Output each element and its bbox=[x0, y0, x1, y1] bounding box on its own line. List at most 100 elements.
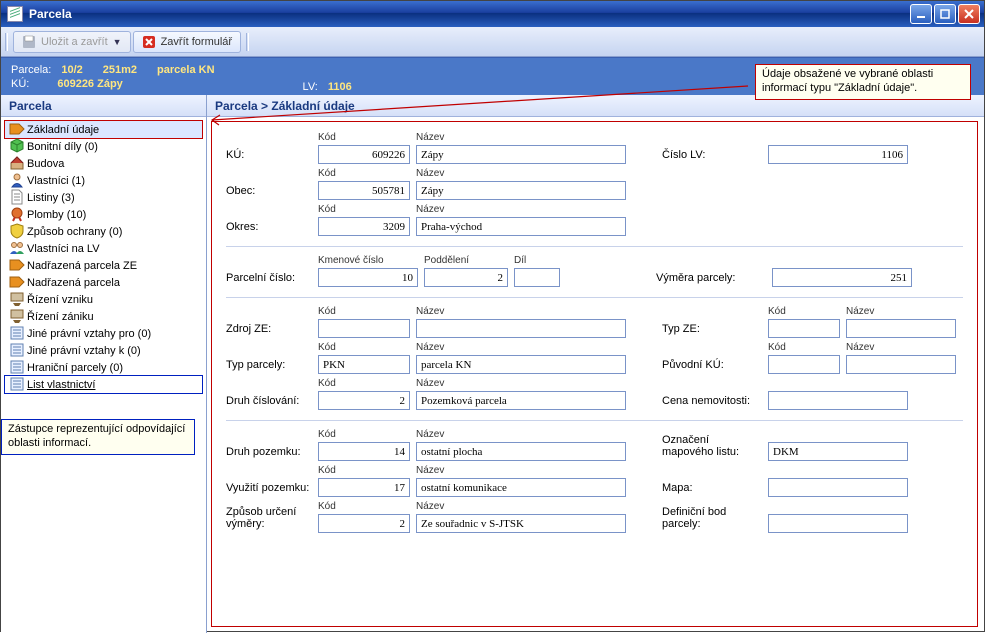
sublabel-kod: Kód bbox=[318, 465, 410, 477]
sidebar-item-budova[interactable]: Budova bbox=[5, 155, 202, 172]
label-druh-cisl: Druh číslování: bbox=[226, 395, 312, 410]
typ-ze-nazev-field[interactable] bbox=[846, 319, 956, 338]
mapa-field[interactable] bbox=[768, 478, 908, 497]
app-icon bbox=[7, 6, 23, 22]
sublabel-kod: Kód bbox=[318, 429, 410, 441]
zpusob-nazev-field[interactable] bbox=[416, 514, 626, 533]
sidebar-item-label: Řízení vzniku bbox=[27, 292, 93, 308]
poddel-field[interactable] bbox=[424, 268, 508, 287]
okres-nazev-field[interactable] bbox=[416, 217, 626, 236]
form-basic-data: KÚ: Kód Název Číslo LV: Obec: Kód Název bbox=[211, 121, 978, 627]
tag-icon bbox=[9, 257, 25, 273]
cena-field[interactable] bbox=[768, 391, 908, 410]
annotation-side: Zástupce reprezentující odpovídající obl… bbox=[1, 419, 195, 455]
typ-parc-nazev-field[interactable] bbox=[416, 355, 626, 374]
person-icon bbox=[9, 172, 25, 188]
sidebar-item-bonitni-dily[interactable]: Bonitní díly (0) bbox=[5, 138, 202, 155]
sidebar-item-label: Způsob ochrany (0) bbox=[27, 224, 122, 240]
sidebar-item-jpv-k[interactable]: Jiné právní vztahy k (0) bbox=[5, 342, 202, 359]
sidebar-item-label: Nadřazená parcela ZE bbox=[27, 258, 137, 274]
list-icon bbox=[9, 376, 25, 392]
sublabel-nazev: Název bbox=[416, 429, 626, 441]
druh-cisl-nazev-field[interactable] bbox=[416, 391, 626, 410]
parcela-id: 10/2 bbox=[61, 64, 82, 76]
sidebar-item-label: Nadřazená parcela bbox=[27, 275, 120, 291]
ku-kod-field[interactable] bbox=[318, 145, 410, 164]
label-cislo-lv: Číslo LV: bbox=[662, 149, 762, 164]
sublabel-nazev: Název bbox=[416, 204, 626, 216]
puvodni-ku-nazev-field[interactable] bbox=[846, 355, 956, 374]
process-icon bbox=[9, 291, 25, 307]
typ-ze-kod-field[interactable] bbox=[768, 319, 840, 338]
druh-poz-nazev-field[interactable] bbox=[416, 442, 626, 461]
sidebar-item-label: Budova bbox=[27, 156, 64, 172]
label-zpusob: Způsob určení výměry: bbox=[226, 506, 312, 533]
kmenove-field[interactable] bbox=[318, 268, 418, 287]
label-druh-pozemku: Druh pozemku: bbox=[226, 446, 312, 461]
info-band: Parcela: 10/2 251m2 parcela KN KÚ: 60922… bbox=[1, 57, 984, 95]
close-window-button[interactable] bbox=[958, 4, 980, 24]
puvodni-ku-kod-field[interactable] bbox=[768, 355, 840, 374]
sidebar-item-listiny[interactable]: Listiny (3) bbox=[5, 189, 202, 206]
ozn-map-field[interactable] bbox=[768, 442, 908, 461]
druh-cisl-kod-field[interactable] bbox=[318, 391, 410, 410]
sidebar-item-list-vlastnictvi[interactable]: List vlastnictví bbox=[5, 376, 202, 393]
sublabel-kod: Kód bbox=[318, 378, 410, 390]
sidebar-item-vlastnici-lv[interactable]: Vlastníci na LV bbox=[5, 240, 202, 257]
zdroj-ze-nazev-field[interactable] bbox=[416, 319, 626, 338]
list-icon bbox=[9, 359, 25, 375]
label-typ-parcely: Typ parcely: bbox=[226, 359, 312, 374]
ku-value: 609226 Zápy bbox=[57, 78, 122, 90]
lv-field[interactable] bbox=[768, 145, 908, 164]
ku-label: KÚ: bbox=[11, 78, 29, 90]
druh-poz-kod-field[interactable] bbox=[318, 442, 410, 461]
parcela-label: Parcela: bbox=[11, 64, 51, 76]
sidebar-item-label: Plomby (10) bbox=[27, 207, 86, 223]
maximize-button[interactable] bbox=[934, 4, 956, 24]
seal-icon bbox=[9, 206, 25, 222]
sidebar-item-nadrazena-parcela[interactable]: Nadřazená parcela bbox=[5, 274, 202, 291]
sidebar-item-jpv-pro[interactable]: Jiné právní vztahy pro (0) bbox=[5, 325, 202, 342]
sidebar-item-hranicni[interactable]: Hraniční parcely (0) bbox=[5, 359, 202, 376]
sidebar-item-label: Hraniční parcely (0) bbox=[27, 360, 123, 376]
zpusob-kod-field[interactable] bbox=[318, 514, 410, 533]
sublabel-nazev: Název bbox=[416, 342, 626, 354]
ku-nazev-field[interactable] bbox=[416, 145, 626, 164]
obec-nazev-field[interactable] bbox=[416, 181, 626, 200]
sublabel-kmenove: Kmenové číslo bbox=[318, 255, 418, 267]
sidebar-item-vlastnici[interactable]: Vlastníci (1) bbox=[5, 172, 202, 189]
sidebar-item-rizeni-zaniku[interactable]: Řízení zániku bbox=[5, 308, 202, 325]
vyuziti-kod-field[interactable] bbox=[318, 478, 410, 497]
sidebar-item-zpusob-ochrany[interactable]: Způsob ochrany (0) bbox=[5, 223, 202, 240]
lv-value: 1106 bbox=[328, 81, 352, 93]
typ-parc-kod-field[interactable] bbox=[318, 355, 410, 374]
sublabel-kod: Kód bbox=[318, 168, 410, 180]
window-title: Parcela bbox=[29, 7, 72, 21]
close-form-button[interactable]: Zavřít formulář bbox=[133, 31, 242, 53]
sidebar-item-label: Vlastníci na LV bbox=[27, 241, 100, 257]
nav-tree: Základní údaje Bonitní díly (0) Budova V… bbox=[1, 117, 206, 397]
sidebar-item-label: Základní údaje bbox=[27, 122, 99, 138]
vyuziti-nazev-field[interactable] bbox=[416, 478, 626, 497]
sidebar-item-label: Jiné právní vztahy k (0) bbox=[27, 343, 141, 359]
def-bod-field[interactable] bbox=[768, 514, 908, 533]
main-panel: Parcela > Základní údaje KÚ: Kód Název Č… bbox=[207, 95, 984, 633]
dil-field[interactable] bbox=[514, 268, 560, 287]
save-close-button[interactable]: Uložit a zavřít ▼ bbox=[13, 31, 131, 53]
okres-kod-field[interactable] bbox=[318, 217, 410, 236]
lv-label: LV: bbox=[303, 81, 318, 93]
sidebar-item-zakladni-udaje[interactable]: Základní údaje bbox=[5, 121, 202, 138]
sidebar-item-plomby[interactable]: Plomby (10) bbox=[5, 206, 202, 223]
obec-kod-field[interactable] bbox=[318, 181, 410, 200]
document-icon bbox=[9, 189, 25, 205]
sidebar-item-nadrazena-ze[interactable]: Nadřazená parcela ZE bbox=[5, 257, 202, 274]
vymera-field[interactable] bbox=[772, 268, 912, 287]
tag-icon bbox=[9, 274, 25, 290]
label-parcelni-cislo: Parcelní číslo: bbox=[226, 272, 312, 287]
save-icon bbox=[22, 35, 36, 49]
sidebar: Parcela Základní údaje Bonitní díly (0) … bbox=[1, 95, 207, 633]
house-icon bbox=[9, 155, 25, 171]
zdroj-ze-kod-field[interactable] bbox=[318, 319, 410, 338]
minimize-button[interactable] bbox=[910, 4, 932, 24]
sidebar-item-rizeni-vzniku[interactable]: Řízení vzniku bbox=[5, 291, 202, 308]
